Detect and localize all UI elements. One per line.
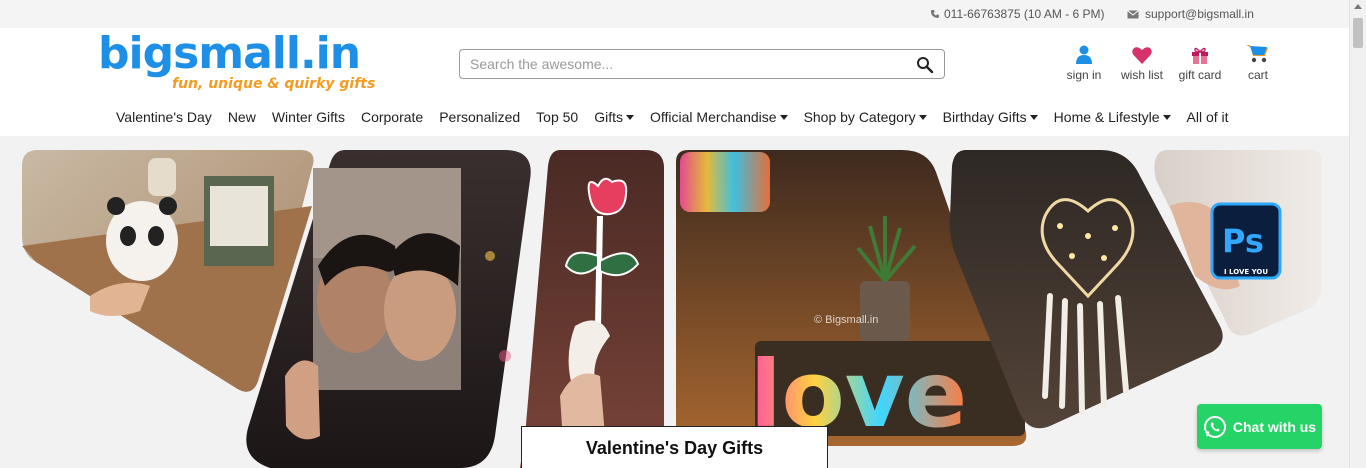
nav-home-lifestyle[interactable]: Home & Lifestyle	[1046, 105, 1179, 129]
email-contact[interactable]: support@bigsmall.in	[1127, 7, 1254, 21]
nav-label: Home & Lifestyle	[1053, 109, 1160, 125]
nav-shop-by-category[interactable]: Shop by Category	[796, 105, 935, 129]
nav-personalized[interactable]: Personalized	[431, 105, 528, 129]
cart-icon	[1246, 45, 1268, 63]
email-address: support@bigsmall.in	[1145, 7, 1254, 21]
banner-caption[interactable]: Valentine's Day Gifts	[521, 426, 828, 468]
banner-panel-name-rose	[520, 150, 665, 468]
banner-collage: love Ps I LOVE YOU	[22, 150, 1322, 468]
search-input[interactable]	[460, 50, 900, 78]
header-actions: sign in wish list gift card cart	[1055, 42, 1287, 82]
nav-top-50[interactable]: Top 50	[528, 105, 586, 129]
hero-banner[interactable]: love Ps I LOVE YOU © Bigsmall.in	[0, 136, 1349, 468]
nav-label: Gifts	[594, 109, 623, 125]
caret-down-icon	[625, 115, 634, 120]
search-icon[interactable]	[916, 56, 934, 74]
caret-down-icon	[1162, 115, 1171, 120]
envelope-icon	[1127, 9, 1139, 18]
sign-in-label: sign in	[1066, 68, 1102, 82]
phone-icon	[931, 10, 939, 18]
nav-winter-gifts[interactable]: Winter Gifts	[264, 105, 353, 129]
nav-all-of-it[interactable]: All of it	[1179, 105, 1237, 129]
nav-official-merchandise[interactable]: Official Merchandise	[642, 105, 796, 129]
nav-valentines-day[interactable]: Valentine's Day	[108, 105, 220, 129]
nav-label: Personalized	[439, 109, 521, 125]
page-scrollbar[interactable]	[1349, 0, 1366, 468]
wish-list-label: wish list	[1120, 68, 1163, 82]
nav-label: Valentine's Day	[116, 109, 212, 125]
nav-label: All of it	[1186, 109, 1229, 125]
banner-watermark: © Bigsmall.in	[814, 314, 879, 326]
gift-icon	[1192, 47, 1208, 64]
nav-new[interactable]: New	[220, 105, 264, 129]
nav-label: Official Merchandise	[649, 109, 777, 125]
sign-in-button[interactable]: sign in	[1055, 42, 1113, 82]
gift-card-label: gift card	[1178, 68, 1222, 82]
caret-down-icon	[779, 115, 788, 120]
main-navigation: Valentine's Day New Winter Gifts Corpora…	[108, 105, 1237, 129]
logo-tagline: fun, unique & quirky gifts	[172, 76, 376, 92]
heart-icon	[1132, 47, 1152, 64]
ps-badge-text: Ps	[1222, 222, 1264, 260]
nav-label: Birthday Gifts	[942, 109, 1027, 125]
ps-badge-caption: I LOVE YOU	[1224, 268, 1268, 276]
phone-contact[interactable]: 011-66763875 (10 AM - 6 PM)	[930, 7, 1105, 21]
nav-birthday-gifts[interactable]: Birthday Gifts	[935, 105, 1046, 129]
nav-label: Shop by Category	[803, 109, 916, 125]
site-logo[interactable]: bigsmall.in fun, unique & quirky gifts	[98, 28, 375, 94]
chat-with-us-button[interactable]: Chat with us	[1197, 404, 1322, 449]
cart-button[interactable]: cart	[1229, 42, 1287, 82]
banner-panel-panda-lamp	[22, 150, 314, 392]
nav-gifts[interactable]: Gifts	[586, 105, 642, 129]
caret-down-icon	[918, 115, 927, 120]
top-bar: 011-66763875 (10 AM - 6 PM) support@bigs…	[0, 0, 1366, 28]
scroll-up-arrow-icon[interactable]	[1354, 4, 1362, 9]
chat-label: Chat with us	[1232, 418, 1317, 435]
cart-label: cart	[1247, 68, 1268, 82]
site-header: bigsmall.in fun, unique & quirky gifts s…	[0, 28, 1349, 136]
scrollbar-thumb[interactable]	[1353, 18, 1363, 48]
wish-list-button[interactable]: wish list	[1113, 42, 1171, 82]
nav-corporate[interactable]: Corporate	[353, 105, 431, 129]
caret-down-icon	[1029, 115, 1038, 120]
nav-label: Top 50	[536, 109, 579, 125]
nav-label: New	[227, 109, 256, 125]
nav-label: Corporate	[360, 109, 424, 125]
whatsapp-icon	[1203, 415, 1226, 438]
nav-label: Winter Gifts	[271, 109, 345, 125]
user-icon	[1076, 45, 1092, 64]
gift-card-button[interactable]: gift card	[1171, 42, 1229, 82]
search-box	[459, 49, 945, 79]
logo-wordmark: bigsmall.in	[98, 28, 361, 79]
phone-number: 011-66763875 (10 AM - 6 PM)	[944, 7, 1105, 21]
